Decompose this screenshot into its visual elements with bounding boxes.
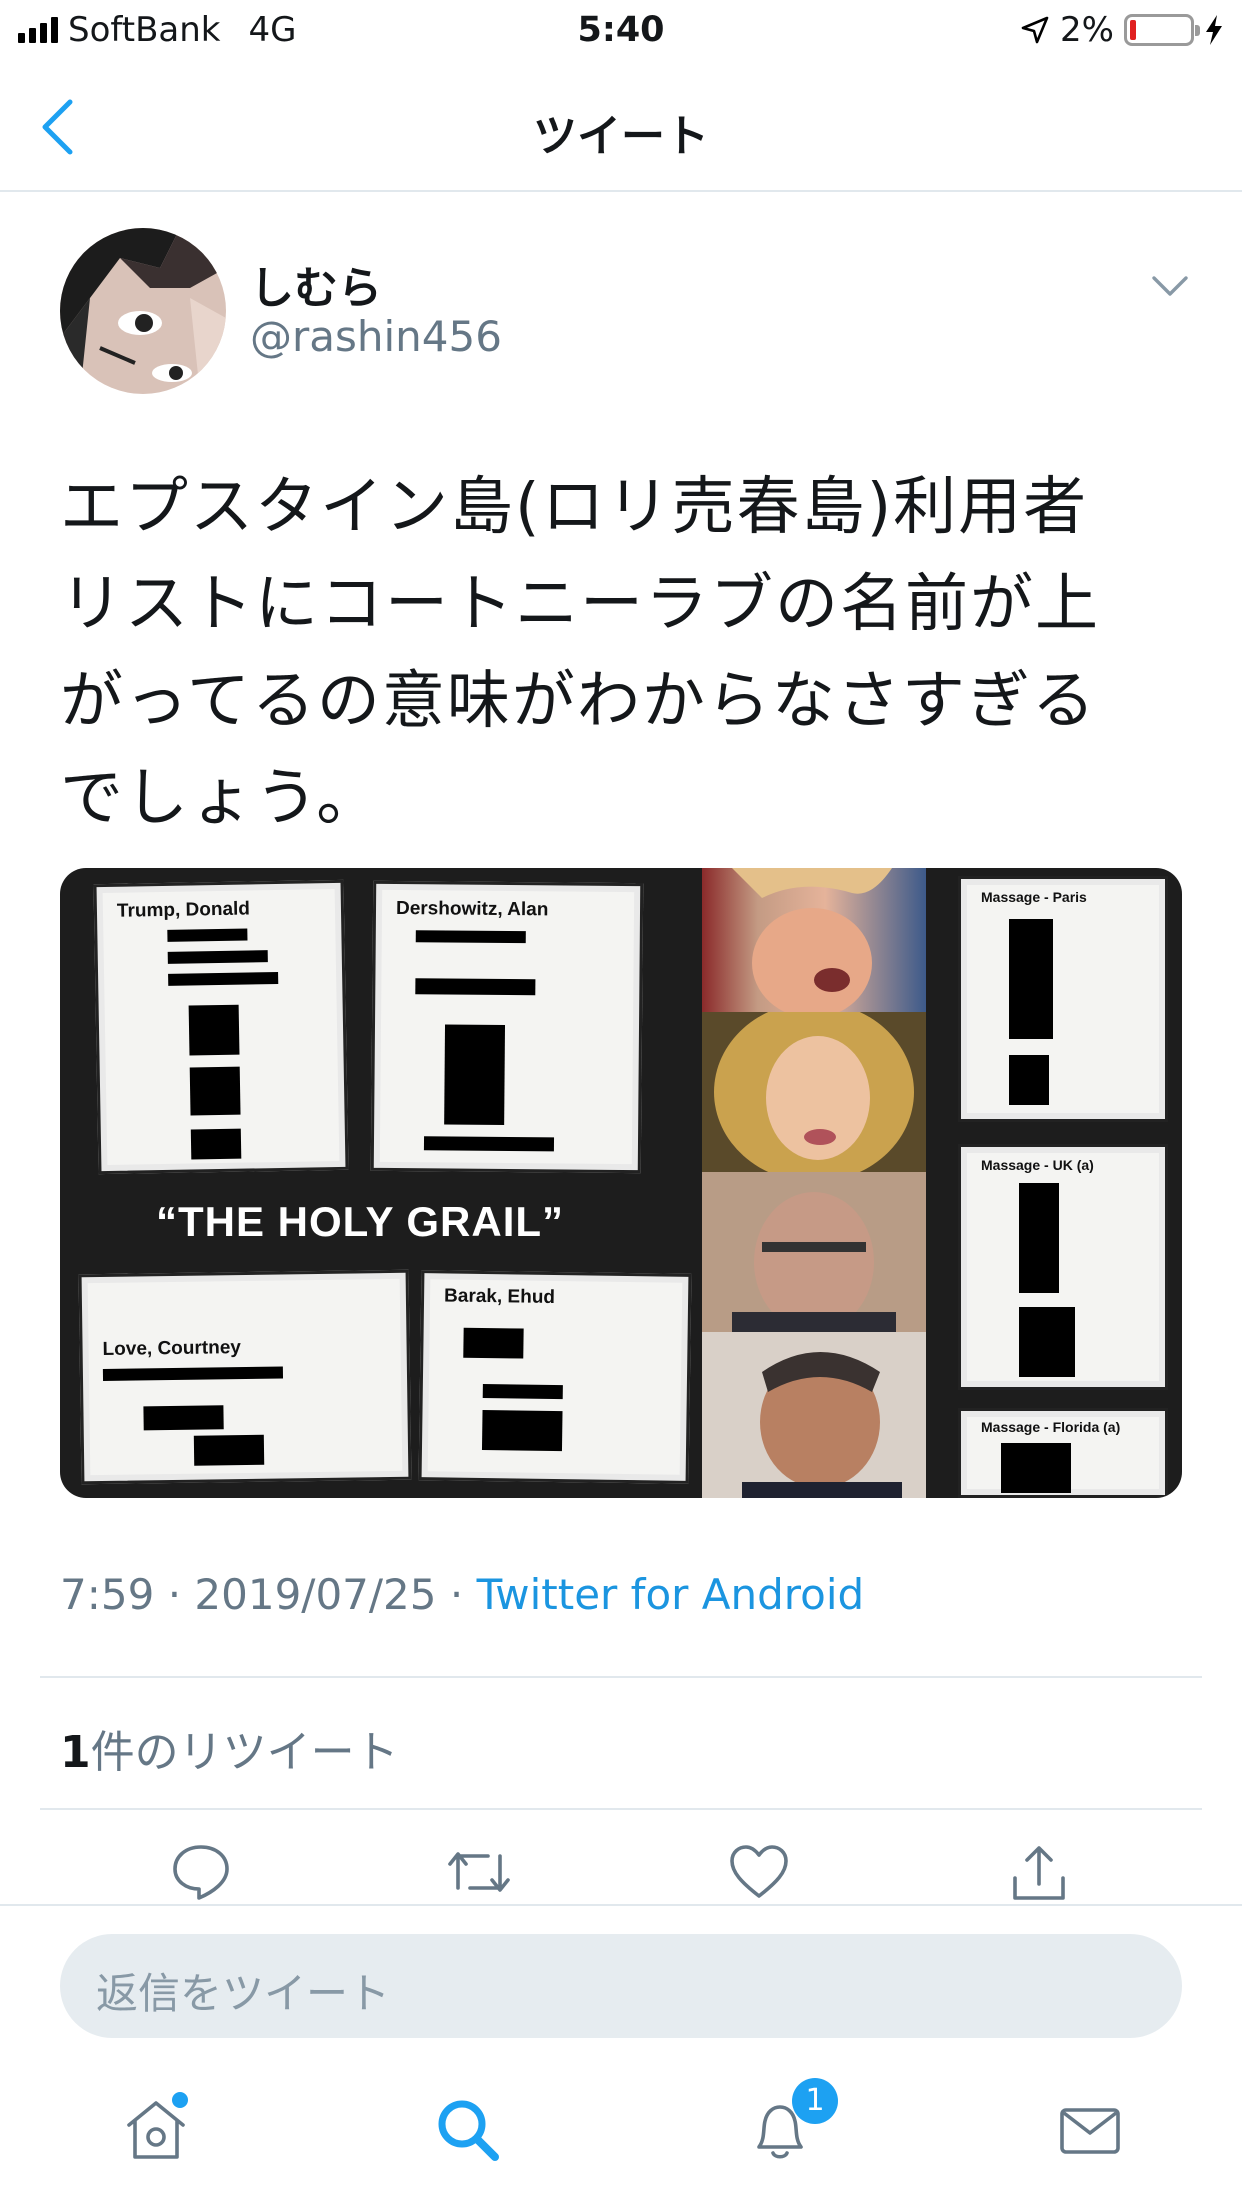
- address-card-title: Dershowitz, Alan: [395, 898, 549, 921]
- tweet-source-link[interactable]: Twitter for Android: [477, 1570, 865, 1619]
- tweet-image[interactable]: Trump, Donald Dershowitz, Alan Massage -…: [60, 868, 1182, 1498]
- like-button[interactable]: [724, 1842, 794, 1906]
- nav-bar: ツイート: [0, 62, 1242, 192]
- address-card: Massage - Paris: [958, 876, 1168, 1122]
- avatar-illustration-icon: [60, 228, 226, 394]
- retweet-count-link[interactable]: 1件のリツイート: [60, 1716, 399, 1780]
- mail-icon: [1060, 2108, 1120, 2154]
- retweet-label: 件のリツイート: [90, 1727, 399, 1778]
- charging-bolt-icon: [1206, 15, 1222, 45]
- home-unread-dot: [172, 2092, 188, 2108]
- share-icon: [1013, 1846, 1065, 1900]
- meta-separator: ·: [167, 1570, 182, 1619]
- reply-placeholder: 返信をツイート: [96, 1969, 391, 2018]
- reply-button[interactable]: [166, 1842, 236, 1906]
- address-card: Massage - UK (a): [958, 1144, 1168, 1390]
- status-bar: SoftBank 4G 5:40 2%: [0, 0, 1242, 62]
- tweet-meta: 7:59 · 2019/07/25 · Twitter for Android: [60, 1570, 864, 1619]
- address-card-title: Barak, Ehud: [443, 1285, 556, 1308]
- more-options-button[interactable]: [1148, 268, 1192, 304]
- portrait-icon: [732, 1192, 896, 1332]
- retweet-button[interactable]: [444, 1842, 514, 1906]
- tweet-text-line: リストにコートニーラブの名前が上: [60, 567, 1100, 640]
- retweet-count: 1: [60, 1727, 91, 1778]
- address-card: Dershowitz, Alan: [370, 880, 644, 1174]
- address-card-title: Massage - Paris: [981, 889, 1087, 905]
- photo-portrait: [702, 1172, 926, 1332]
- avatar[interactable]: [60, 228, 226, 394]
- tab-messages[interactable]: [1050, 2090, 1130, 2170]
- chevron-down-icon: [1152, 276, 1188, 296]
- address-card: Love, Courtney: [78, 1269, 412, 1485]
- address-card-title: Trump, Donald: [116, 898, 251, 922]
- photo-portrait: [702, 1332, 926, 1498]
- meta-separator: ·: [449, 1570, 464, 1619]
- retweet-icon: [448, 1852, 510, 1892]
- address-card: Trump, Donald: [93, 879, 349, 1175]
- tweet-date: 2019/07/25: [194, 1570, 437, 1619]
- portrait-icon: [742, 1352, 902, 1498]
- tweet-time: 7:59: [60, 1570, 155, 1619]
- heart-icon: [730, 1845, 788, 1898]
- display-name[interactable]: しむら: [250, 252, 382, 316]
- portrait-icon: [732, 868, 892, 1012]
- address-card-title: Love, Courtney: [102, 1337, 242, 1360]
- share-button[interactable]: [1004, 1842, 1074, 1906]
- address-card: Massage - Florida (a): [958, 1408, 1168, 1498]
- reply-icon: [173, 1845, 229, 1900]
- address-card-title: Massage - Florida (a): [981, 1419, 1121, 1435]
- address-card: Barak, Ehud: [418, 1270, 692, 1484]
- tweet-text-line: でしょう。: [60, 761, 382, 834]
- battery-icon: [1124, 14, 1200, 46]
- location-arrow-icon: [1021, 16, 1049, 44]
- photo-portrait: [702, 1012, 926, 1172]
- reply-input[interactable]: 返信をツイート: [60, 1934, 1182, 2038]
- page-title: ツイート: [533, 111, 709, 162]
- tab-search[interactable]: [428, 2090, 508, 2170]
- notification-badge: 1: [792, 2078, 838, 2124]
- portrait-icon: [714, 1012, 914, 1172]
- address-card-title: Massage - UK (a): [981, 1157, 1094, 1173]
- divider: [40, 1808, 1202, 1810]
- status-right: 2%: [1020, 10, 1224, 50]
- tweet-text-line: エプスタイン島(ロリ売春島)利用者: [60, 470, 1089, 543]
- photo-portrait: [702, 868, 926, 1012]
- image-caption: “THE HOLY GRAIL”: [156, 1198, 565, 1245]
- search-icon: [438, 2100, 499, 2161]
- user-handle[interactable]: @rashin456: [250, 312, 502, 361]
- tweet-text: エプスタイン島(ロリ売春島)利用者 リストにコートニーラブの名前が上 がってるの…: [60, 458, 1190, 846]
- battery-percent: 2%: [1060, 10, 1114, 50]
- divider: [40, 1676, 1202, 1678]
- tweet-text-line: がってるの意味がわからなさすぎる: [60, 664, 1097, 737]
